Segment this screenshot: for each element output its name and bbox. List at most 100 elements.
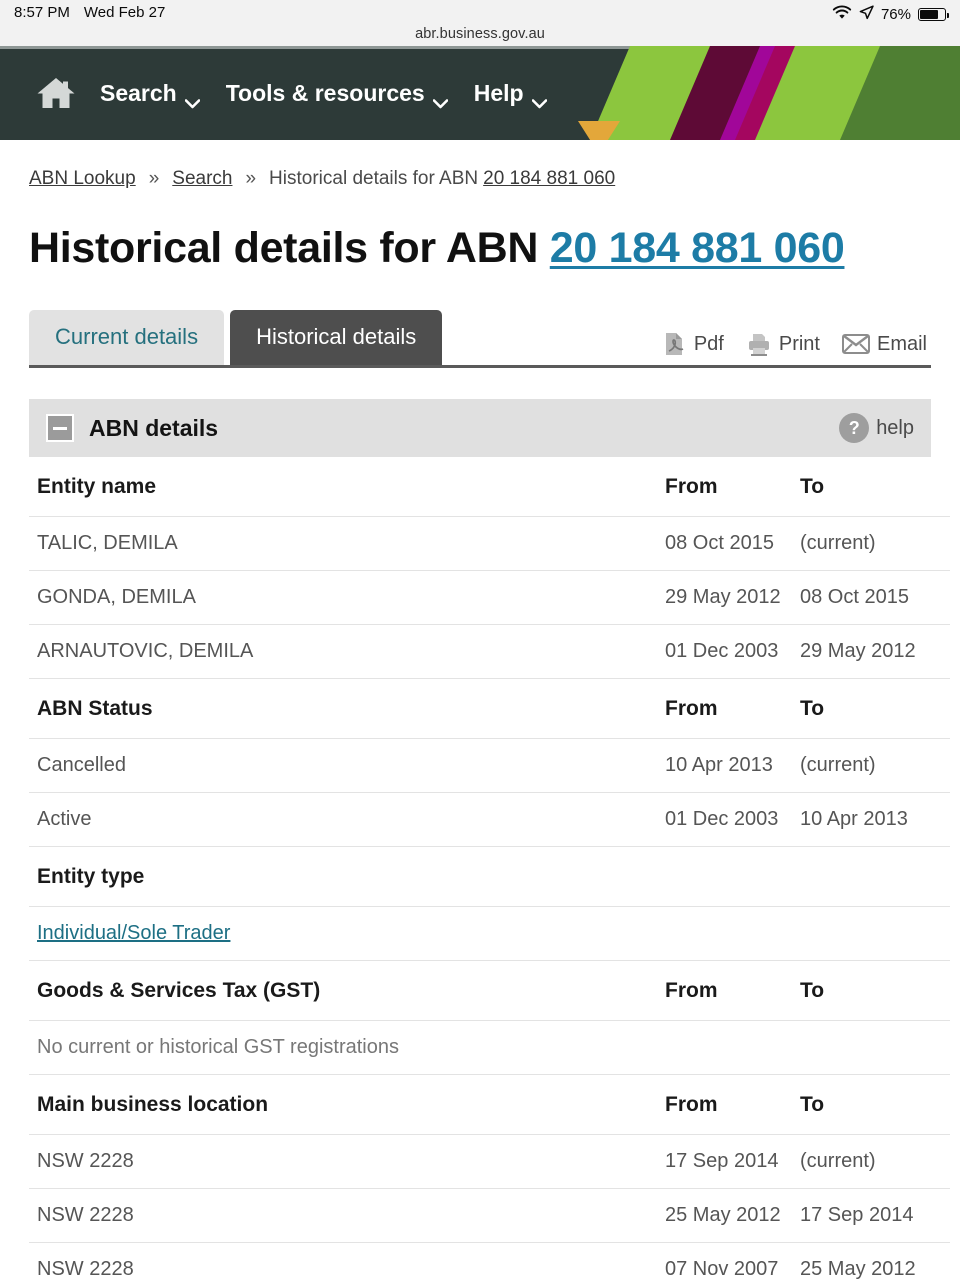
action-label: Pdf [693, 332, 724, 355]
row-to-date: (current) [800, 516, 950, 572]
page-title: Historical details for ABN 20 184 881 06… [29, 222, 931, 276]
table-row: Active 01 Dec 2003 10 Apr 2013 [29, 792, 950, 848]
home-icon[interactable] [34, 71, 78, 115]
column-header-to [800, 846, 950, 908]
row-to-date: 10 Apr 2013 [800, 792, 950, 848]
status-date: Wed Feb 27 [83, 4, 166, 21]
row-label: TALIC, DEMILA [29, 516, 665, 572]
chevron-down-icon [531, 88, 547, 109]
row-from-date: 08 Oct 2015 [665, 516, 800, 572]
column-header-from: From [665, 1074, 800, 1136]
email-button[interactable]: Email [841, 332, 927, 356]
nav-item-tools-resources[interactable]: Tools & resources [225, 79, 449, 109]
row-to-date: 08 Oct 2015 [800, 570, 950, 626]
collapse-toggle-button[interactable] [46, 414, 74, 443]
print-button[interactable]: Print [746, 331, 820, 357]
entity-type-link[interactable]: Individual/Sole Trader [37, 922, 230, 944]
page-actions: Pdf Print Email [661, 331, 927, 357]
row-from-date [665, 906, 800, 962]
nav-item-label: Search [100, 79, 177, 106]
nav-item-label: Tools & resources [225, 79, 425, 106]
column-header-from [665, 846, 800, 908]
chevron-down-icon [432, 88, 449, 109]
group-header-label: Entity type [29, 846, 665, 908]
table-group-header-row: Entity type [29, 846, 950, 908]
row-to-date: 25 May 2012 [800, 1242, 950, 1280]
abn-details-table: Entity name From To TALIC, DEMILA 08 Oct 201… [29, 457, 950, 1280]
action-label: Email [876, 332, 927, 355]
minus-icon [53, 426, 67, 430]
table-row: ARNAUTOVIC, DEMILA 01 Dec 2003 29 May 2012 [29, 624, 950, 680]
abn-details-table-body: Entity name From To TALIC, DEMILA 08 Oct 201… [29, 457, 950, 1280]
envelope-icon [841, 333, 870, 355]
column-header-from: From [665, 960, 800, 1022]
row-from-date: 01 Dec 2003 [665, 624, 800, 680]
pdf-button[interactable]: Pdf [661, 331, 724, 357]
table-row: No current or historical GST registratio… [29, 1020, 950, 1076]
status-time: 8:57 PM [14, 4, 70, 21]
table-group-header-row: Goods & Services Tax (GST) From To [29, 960, 950, 1022]
pdf-icon [661, 331, 687, 357]
row-to-date: 29 May 2012 [800, 624, 950, 680]
breadcrumb: ABN Lookup » Search » Historical details… [29, 140, 931, 190]
wifi-icon [832, 5, 852, 24]
row-label: NSW 2228 [29, 1188, 665, 1244]
help-link[interactable]: ? help [839, 413, 914, 444]
breadcrumb-link-search[interactable]: Search [172, 168, 232, 190]
row-label: Cancelled [29, 738, 665, 794]
details-tabs: Current details Historical details Pdf P… [29, 309, 931, 369]
group-header-label: Entity name [29, 457, 665, 518]
row-label: Active [29, 792, 665, 848]
row-from-date: 01 Dec 2003 [665, 792, 800, 848]
status-bar-left: 8:57 PM Wed Feb 27 [14, 4, 165, 21]
table-row: Cancelled 10 Apr 2013 (current) [29, 738, 950, 794]
question-mark-icon: ? [839, 413, 870, 444]
nav-item-help[interactable]: Help [474, 80, 547, 109]
site-navigation-bar: Search Tools & resources Help [0, 46, 960, 140]
breadcrumb-separator: » [148, 168, 160, 189]
status-bar-right: 76% [832, 5, 949, 24]
browser-url[interactable]: abr.business.gov.au [0, 26, 960, 42]
triangle-down-accent [578, 121, 620, 140]
row-from-date: 10 Apr 2013 [665, 738, 800, 794]
section-title: ABN details [89, 414, 219, 441]
row-label: NSW 2228 [29, 1134, 665, 1190]
row-label: ARNAUTOVIC, DEMILA [29, 624, 665, 680]
page-title-abn-link[interactable]: 20 184 881 060 [550, 224, 845, 272]
nav-items-container: Search Tools & resources Help [0, 71, 573, 115]
group-header-label: Goods & Services Tax (GST) [29, 960, 665, 1022]
table-group-header-row: Entity name From To [29, 457, 950, 518]
row-to-date: 17 Sep 2014 [800, 1188, 950, 1244]
help-label: help [876, 416, 914, 439]
decorative-banner-graphic [590, 46, 960, 140]
column-header-to: To [800, 960, 950, 1022]
section-header-abn-details: ABN details ? help [29, 399, 931, 458]
breadcrumb-link-abn-lookup[interactable]: ABN Lookup [29, 168, 136, 190]
table-group-header-row: Main business location From To [29, 1074, 950, 1136]
breadcrumb-current-abn[interactable]: 20 184 881 060 [483, 168, 615, 190]
row-to-date [800, 1020, 950, 1076]
column-header-from: From [665, 457, 800, 518]
table-row: NSW 2228 07 Nov 2007 25 May 2012 [29, 1242, 950, 1280]
group-header-label: Main business location [29, 1074, 665, 1136]
table-row: Individual/Sole Trader [29, 906, 950, 962]
group-header-label: ABN Status [29, 678, 665, 740]
tab-current-details[interactable]: Current details [29, 309, 225, 366]
breadcrumb-current-text: Historical details for ABN [269, 168, 479, 189]
table-group-header-row: ABN Status From To [29, 678, 950, 740]
location-arrow-icon [859, 5, 874, 24]
column-header-to: To [800, 457, 950, 518]
row-label[interactable]: Individual/Sole Trader [29, 906, 665, 962]
chevron-down-icon [184, 88, 201, 109]
page-content: ABN Lookup » Search » Historical details… [0, 140, 960, 1280]
tab-historical-details[interactable]: Historical details [230, 309, 443, 366]
nav-item-search[interactable]: Search [100, 79, 201, 109]
row-from-date: 29 May 2012 [665, 570, 800, 626]
battery-icon [918, 8, 949, 21]
row-to-date: (current) [800, 738, 950, 794]
row-label: NSW 2228 [29, 1242, 665, 1280]
breadcrumb-separator: » [245, 168, 257, 189]
table-row: GONDA, DEMILA 29 May 2012 08 Oct 2015 [29, 570, 950, 626]
column-header-to: To [800, 678, 950, 740]
row-from-date: 07 Nov 2007 [665, 1242, 800, 1280]
